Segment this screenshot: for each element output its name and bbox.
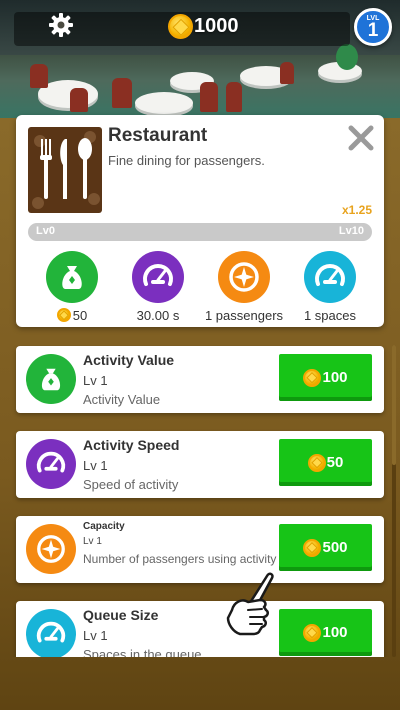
stat-queue: 1 spaces <box>288 251 372 323</box>
money-bag-icon <box>26 354 76 404</box>
upgrade-row-activity-speed: Activity Speed Lv 1 Speed of activity 50 <box>16 431 384 498</box>
upgrade-level: Lv 1 <box>83 628 108 643</box>
scene-chair <box>226 82 242 112</box>
coin-balance: 1000 <box>194 15 239 37</box>
upgrade-description: Spaces in the queue <box>83 647 202 657</box>
coin-icon <box>56 308 71 322</box>
stat-value: 50 <box>30 251 114 323</box>
upgrade-row-activity-value: Activity Value Lv 1 Activity Value 100 <box>16 346 384 413</box>
upgrade-level: Lv 1 <box>83 458 108 473</box>
coin-icon <box>303 623 322 642</box>
level-min-label: Lv0 <box>36 225 55 237</box>
upgrade-name: Activity Value <box>83 352 175 368</box>
gear-icon[interactable] <box>48 12 74 38</box>
upgrade-name: Activity Speed <box>83 437 180 453</box>
stat-speed-amount: 30.00 s <box>136 308 180 323</box>
gauge-icon <box>304 251 356 303</box>
upgrade-capacity-button[interactable]: 500 <box>279 524 372 571</box>
level-number: 1 <box>367 20 379 41</box>
coin-icon <box>303 538 322 557</box>
upgrade-description: Number of passengers using activity <box>83 552 277 566</box>
close-button[interactable] <box>346 123 376 153</box>
upgrade-row-queue-size: Queue Size Lv 1 Spaces in the queue 100 <box>16 601 384 657</box>
stat-queue-amount: 1 spaces <box>303 308 357 323</box>
coin-icon <box>307 453 326 472</box>
tutorial-hand-pointer-icon <box>218 566 280 638</box>
upgrade-cost: 50 <box>326 454 344 471</box>
scene-chair <box>280 62 294 84</box>
compass-icon <box>218 251 270 303</box>
list-scrollbar[interactable] <box>392 345 396 657</box>
upgrade-level: Lv 1 <box>83 536 102 547</box>
level-progress-bar: Lv0 Lv10 <box>28 223 372 241</box>
player-level-badge: LVL 1 <box>354 8 392 46</box>
scene-chair <box>70 88 88 112</box>
scene-table <box>135 92 193 114</box>
coin-icon <box>168 14 193 39</box>
upgrade-description: Speed of activity <box>83 477 179 492</box>
upgrade-cost: 100 <box>322 369 348 386</box>
activity-title: Restaurant <box>108 125 208 146</box>
close-icon <box>348 125 374 151</box>
upgrade-list[interactable]: Activity Value Lv 1 Activity Value 100 A… <box>0 345 400 657</box>
level-max-label: Lv10 <box>338 225 364 237</box>
restaurant-thumbnail <box>28 127 102 213</box>
stat-value-amount: 50 <box>72 308 88 323</box>
scrollbar-thumb[interactable] <box>392 345 396 465</box>
gauge-icon <box>26 609 76 657</box>
speedometer-icon <box>26 439 76 489</box>
activity-card: Restaurant Fine dining for passengers. x… <box>16 115 384 327</box>
upgrade-queue-size-button[interactable]: 100 <box>279 609 372 656</box>
upgrade-cost: 100 <box>322 624 348 641</box>
stat-speed: 30.00 s <box>116 251 200 323</box>
upgrade-name: Queue Size <box>83 607 159 623</box>
compass-icon <box>26 524 76 574</box>
scene-chair <box>30 64 48 88</box>
upgrade-description: Activity Value <box>83 392 161 407</box>
coin-icon <box>303 368 322 387</box>
cutlery-icon <box>40 138 92 199</box>
upgrade-cost: 500 <box>322 539 348 556</box>
upgrade-row-capacity: Capacity Lv 1 Number of passengers using… <box>16 516 384 583</box>
upgrade-activity-speed-button[interactable]: 50 <box>279 439 372 486</box>
scene-chair <box>112 78 132 108</box>
upgrade-name: Capacity <box>83 521 125 532</box>
activity-description: Fine dining for passengers. <box>108 153 265 168</box>
stat-capacity-amount: 1 passengers <box>204 308 284 323</box>
stat-capacity: 1 passengers <box>202 251 286 323</box>
money-bag-icon <box>46 251 98 303</box>
upgrade-activity-value-button[interactable]: 100 <box>279 354 372 401</box>
upgrade-level: Lv 1 <box>83 373 108 388</box>
speedometer-icon <box>132 251 184 303</box>
multiplier-label: x1.25 <box>341 203 372 217</box>
scene-chair <box>200 82 218 112</box>
